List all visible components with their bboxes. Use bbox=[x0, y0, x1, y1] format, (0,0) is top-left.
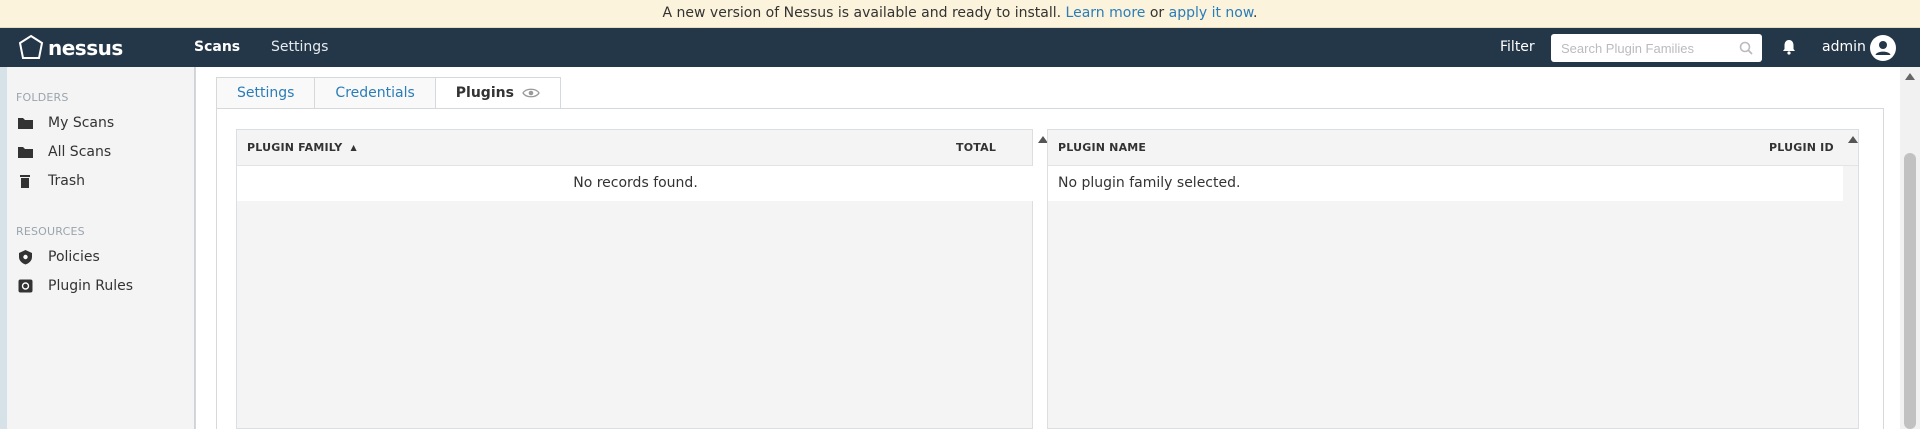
table-scroll-up-icon[interactable] bbox=[1848, 136, 1858, 143]
empty-row: No records found. bbox=[237, 166, 1034, 201]
sidebar-item-policies[interactable]: Policies bbox=[17, 246, 100, 268]
nav-scans[interactable]: Scans bbox=[194, 28, 240, 67]
apply-update-link[interactable]: apply it now bbox=[1169, 5, 1253, 21]
sidebar-item-label: Policies bbox=[48, 249, 100, 265]
scroll-up-icon[interactable] bbox=[1905, 73, 1915, 80]
scrollbar-thumb[interactable] bbox=[1904, 153, 1916, 429]
tab-label: Plugins bbox=[455, 85, 514, 101]
trash-icon bbox=[20, 175, 30, 188]
column-plugin-name[interactable]: PLUGIN NAME bbox=[1058, 130, 1146, 166]
sidebar-item-label: My Scans bbox=[48, 115, 115, 131]
logo-text: nessus bbox=[48, 36, 123, 60]
sidebar-item-label: All Scans bbox=[48, 144, 112, 160]
empty-message: No plugin family selected. bbox=[1058, 175, 1241, 191]
learn-more-link[interactable]: Learn more bbox=[1066, 5, 1146, 21]
plugin-families-table: PLUGIN FAMILY ▲ TOTAL No records found. bbox=[236, 129, 1048, 429]
sidebar-item-all-scans[interactable]: All Scans bbox=[17, 141, 111, 163]
resources-heading: RESOURCES bbox=[16, 225, 85, 238]
filter-label: Filter bbox=[1500, 39, 1535, 55]
plugin-family-search bbox=[1551, 34, 1762, 62]
plugin-rules-icon bbox=[18, 279, 33, 293]
nessus-logo[interactable]: nessus bbox=[17, 34, 123, 62]
tab-label: Credentials bbox=[335, 85, 415, 101]
sidebar-item-label: Trash bbox=[48, 173, 85, 189]
sort-ascending-icon: ▲ bbox=[350, 143, 357, 152]
empty-row: No plugin family selected. bbox=[1048, 166, 1843, 201]
sidebar-item-plugin-rules[interactable]: Plugin Rules bbox=[17, 275, 133, 297]
folder-icon bbox=[18, 147, 33, 158]
sidebar-item-my-scans[interactable]: My Scans bbox=[17, 112, 114, 134]
shield-icon bbox=[19, 250, 32, 265]
column-label: PLUGIN FAMILY bbox=[247, 141, 343, 154]
folders-heading: FOLDERS bbox=[16, 91, 69, 104]
folder-icon bbox=[18, 118, 33, 129]
sidebar-item-trash[interactable]: Trash bbox=[17, 170, 85, 192]
column-plugin-id[interactable]: PLUGIN ID bbox=[1769, 130, 1834, 166]
user-icon bbox=[1875, 41, 1891, 55]
column-plugin-family[interactable]: PLUGIN FAMILY ▲ bbox=[247, 130, 357, 166]
banner-or: or bbox=[1149, 5, 1165, 21]
nessus-logo-icon bbox=[18, 34, 44, 59]
nav-settings[interactable]: Settings bbox=[271, 28, 328, 67]
sidebar-rail bbox=[0, 67, 7, 429]
tab-settings[interactable]: Settings bbox=[216, 77, 315, 109]
top-navigation-bar: nessus Scans Settings Filter admin bbox=[0, 28, 1920, 67]
user-avatar[interactable] bbox=[1870, 35, 1896, 61]
tab-credentials[interactable]: Credentials bbox=[314, 77, 435, 109]
notifications-bell-icon[interactable] bbox=[1780, 38, 1798, 56]
update-banner: A new version of Nessus is available and… bbox=[0, 0, 1920, 28]
eye-icon[interactable] bbox=[522, 87, 540, 99]
sidebar: FOLDERS My Scans All Scans Trash RESOURC… bbox=[0, 67, 195, 429]
table-header: PLUGIN NAME PLUGIN ID bbox=[1048, 130, 1858, 166]
plugins-table: PLUGIN NAME PLUGIN ID No plugin family s… bbox=[1047, 129, 1859, 429]
banner-period: . bbox=[1253, 5, 1258, 21]
banner-message: A new version of Nessus is available and… bbox=[662, 5, 1062, 21]
empty-message: No records found. bbox=[573, 175, 698, 191]
search-icon[interactable] bbox=[1739, 41, 1753, 55]
policy-tabs: Settings Credentials Plugins bbox=[216, 77, 561, 109]
tab-label: Settings bbox=[237, 85, 295, 101]
tab-plugins[interactable]: Plugins bbox=[434, 77, 561, 109]
column-total[interactable]: TOTAL bbox=[956, 130, 996, 166]
table-header: PLUGIN FAMILY ▲ TOTAL bbox=[237, 130, 1032, 166]
search-input[interactable] bbox=[1551, 34, 1731, 62]
sidebar-item-label: Plugin Rules bbox=[48, 278, 134, 294]
user-name[interactable]: admin bbox=[1822, 28, 1866, 67]
